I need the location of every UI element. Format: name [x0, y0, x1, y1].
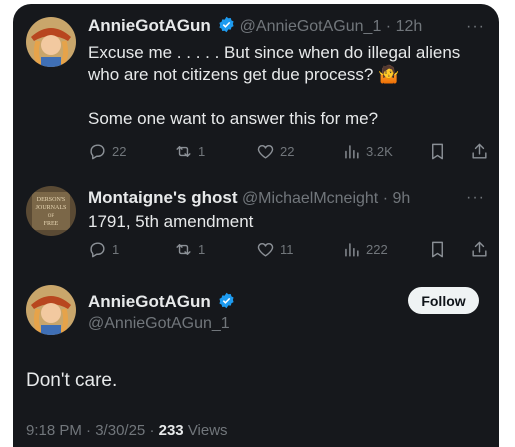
like-count: 22: [280, 143, 295, 159]
views-label: Views: [187, 422, 228, 439]
reply-button[interactable]: 22: [88, 142, 126, 161]
repost-icon: [176, 145, 191, 157]
author-name[interactable]: Montaigne's ghost: [88, 188, 237, 207]
reply-tweet-montaigne[interactable]: DERSON'S JOURNALS OF FREE Montaigne's gh…: [13, 174, 499, 269]
like-button[interactable]: 11: [256, 240, 294, 259]
separator: ·: [149, 422, 155, 439]
verified-badge-icon: [219, 292, 234, 309]
view-count: 3.2K: [366, 143, 393, 159]
views-count: 233: [158, 422, 184, 439]
repost-count: 1: [198, 143, 206, 159]
separator: ·: [385, 18, 392, 35]
reply-count: 22: [112, 143, 127, 159]
tweet-text: Don't care.: [26, 370, 118, 391]
avatar-text: DERSON'S: [37, 197, 65, 203]
timestamp[interactable]: 12h: [396, 18, 423, 35]
repost-button[interactable]: 1: [174, 240, 205, 259]
follow-button[interactable]: Follow: [408, 287, 479, 314]
reply-icon: [90, 143, 105, 159]
bookmark-icon: [432, 241, 443, 257]
action-bar: 22 1 22 3.2K: [88, 140, 488, 162]
tweet-meta: 9:18 PM · 3/30/25 · 233 Views: [26, 422, 228, 439]
avatar[interactable]: DERSON'S JOURNALS OF FREE: [26, 186, 76, 236]
repost-button[interactable]: 1: [174, 142, 205, 161]
author-name[interactable]: AnnieGotAGun: [88, 292, 211, 311]
reply-icon: [90, 241, 105, 257]
share-button[interactable]: [470, 240, 489, 259]
analytics-icon: [345, 144, 359, 159]
avatar[interactable]: [26, 17, 76, 67]
more-options-icon[interactable]: ···: [466, 189, 485, 207]
bookmark-icon: [432, 143, 443, 159]
analytics-icon: [345, 242, 359, 257]
dark-thread-card: AnnieGotAGun @AnnieGotAGun_1 · 12h ··· E…: [13, 4, 499, 447]
timestamp[interactable]: 9h: [392, 190, 410, 207]
share-icon: [472, 143, 487, 159]
author-handle[interactable]: @MichaelMcneight: [242, 190, 378, 207]
repost-count: 1: [198, 241, 206, 257]
reply-count: 1: [112, 241, 120, 257]
post-time[interactable]: 9:18 PM: [26, 422, 82, 439]
text-line: who are not citizens get due process?: [88, 65, 374, 84]
author-handle[interactable]: @AnnieGotAGun_1: [240, 18, 382, 35]
share-button[interactable]: [470, 142, 489, 161]
post-date[interactable]: 3/30/25: [95, 422, 145, 439]
share-icon: [472, 241, 487, 257]
separator: ·: [382, 190, 389, 207]
shrug-emoji: 🤷: [378, 65, 400, 84]
reply-button[interactable]: 1: [88, 240, 119, 259]
reply-tweet-annie[interactable]: AnnieGotAGun @AnnieGotAGun_1 · 12h ··· E…: [13, 4, 499, 174]
views-button[interactable]: 222: [342, 240, 388, 259]
action-bar: 1 1 11 222: [88, 238, 488, 260]
like-count: 11: [280, 241, 294, 257]
like-button[interactable]: 22: [256, 142, 294, 161]
text-line: Some one want to answer this for me?: [88, 109, 379, 128]
bookmark-button[interactable]: [428, 240, 447, 259]
author-handle[interactable]: @AnnieGotAGun_1: [88, 315, 230, 333]
repost-icon: [176, 243, 191, 255]
view-count: 222: [366, 241, 388, 257]
tweet-text: Excuse me . . . . . But since when do il…: [88, 42, 488, 130]
separator: ·: [86, 422, 92, 439]
more-options-icon[interactable]: ···: [466, 18, 485, 36]
avatar[interactable]: [26, 285, 76, 335]
avatar-text: JOURNALS: [36, 205, 67, 211]
verified-badge-icon: [219, 16, 234, 33]
heart-icon: [257, 144, 274, 159]
avatar-text: OF: [48, 214, 55, 219]
author-name[interactable]: AnnieGotAGun: [88, 16, 211, 35]
avatar-text: FREE: [44, 221, 59, 227]
bookmark-button[interactable]: [428, 142, 447, 161]
tweet-text: 1791, 5th amendment: [88, 212, 254, 231]
heart-icon: [257, 242, 274, 257]
views-button[interactable]: 3.2K: [342, 142, 393, 161]
text-line: Excuse me . . . . . But since when do il…: [88, 43, 461, 62]
text-line-with-emoji: who are not citizens get due process? 🤷: [88, 64, 488, 86]
